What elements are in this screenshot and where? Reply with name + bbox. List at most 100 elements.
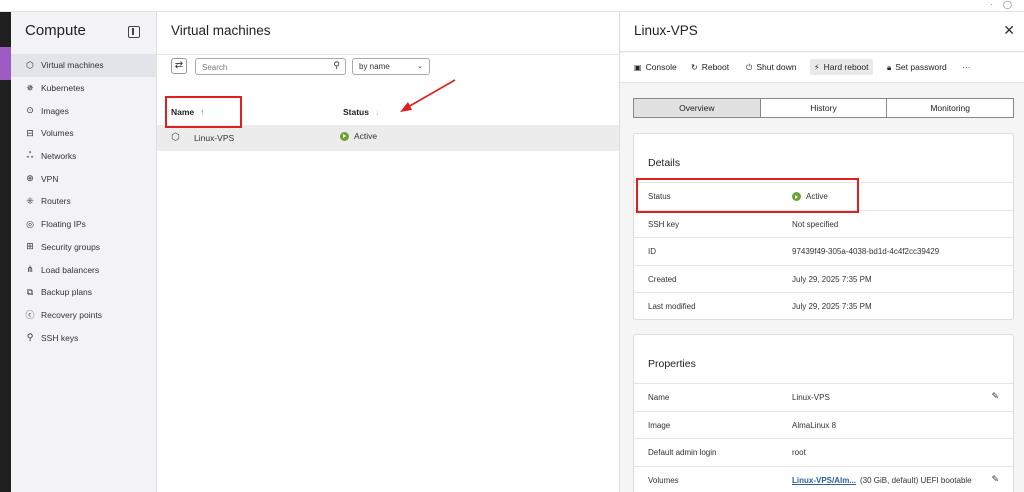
console-button[interactable]: ▣ Console <box>630 59 681 75</box>
property-key: Volumes <box>648 475 679 485</box>
volume-link[interactable]: Linux-VPS/Alm... <box>792 476 856 485</box>
button-label: Shut down <box>756 62 797 72</box>
sidebar-item-vpn[interactable]: ⊕ VPN <box>11 167 157 190</box>
annotation-arrow <box>400 79 456 112</box>
key-icon: ⚲ <box>26 332 34 343</box>
cube-icon: ⬡ <box>26 59 34 70</box>
property-key: Default admin login <box>648 448 717 458</box>
sidebar-item-label: Networks <box>41 151 77 162</box>
reboot-button[interactable]: ↻ Reboot <box>687 59 733 75</box>
sidebar-item-networks[interactable]: ஃ Networks <box>11 145 157 168</box>
detail-row-last-modified: Last modified July 29, 2025 7:35 PM <box>634 292 1013 320</box>
sidebar-item-floating-ips[interactable]: ◎ Floating IPs <box>11 213 157 236</box>
globe-icon: ◎ <box>26 218 34 229</box>
sidebar-item-routers[interactable]: ⁜ Routers <box>11 190 157 213</box>
details-card: Details Status Active SSH key Not specifie… <box>633 133 1014 320</box>
sliders-icon: ⇄ <box>174 60 184 71</box>
edit-icon[interactable]: ✎ <box>991 474 999 485</box>
shutdown-button[interactable]: ⏻ Shut down <box>742 59 801 75</box>
property-row-volumes: Volumes Linux-VPS/Alm... (30 GiB, default)… <box>634 465 1013 492</box>
cube-icon: ⬡ <box>171 132 180 143</box>
tab-history[interactable]: History <box>761 99 888 117</box>
property-row-name: Name Linux-VPS ✎ <box>634 383 1013 411</box>
sidebar-item-label: Virtual machines <box>41 60 104 71</box>
button-label: Reboot <box>701 62 730 72</box>
set-password-button[interactable]: 🔒︎ Set password <box>883 59 951 75</box>
properties-card: Properties Name Linux-VPS ✎ Image AlmaLinux… <box>633 334 1014 492</box>
app-rail <box>0 12 11 492</box>
sidebar-item-ssh-keys[interactable]: ⚲ SSH keys <box>11 326 157 349</box>
refresh-icon: ↻ <box>691 63 698 72</box>
collapse-sidebar-icon[interactable] <box>128 26 140 38</box>
sidebar-item-backup-plans[interactable]: ⧉ Backup plans <box>11 281 157 304</box>
sidebar-item-label: Kubernetes <box>41 83 85 94</box>
sidebar-item-recovery-points[interactable]: ⓒ Recovery points <box>11 304 157 327</box>
property-key: Name <box>648 393 670 402</box>
sidebar-title: Compute <box>25 22 86 39</box>
highlight-box-detail-status <box>636 178 859 213</box>
property-row-image: Image AlmaLinux 8 <box>634 410 1013 439</box>
tab-monitoring[interactable]: Monitoring <box>887 99 1013 117</box>
sidebar-item-virtual-machines[interactable]: ⬡ Virtual machines <box>11 54 157 77</box>
vm-name: Linux-VPS <box>194 133 235 143</box>
status-badge: Active <box>340 131 377 141</box>
hard-reboot-button[interactable]: ⚡ Hard reboot <box>810 59 873 75</box>
button-label: Hard reboot <box>823 62 869 72</box>
card-title: Details <box>648 157 681 169</box>
sidebar-item-security-groups[interactable]: ⊞ Security groups <box>11 236 157 259</box>
filter-button[interactable]: ⇄ <box>171 58 187 74</box>
sidebar-item-load-balancers[interactable]: ⋔ Load balancers <box>11 258 157 281</box>
tab-overview[interactable]: Overview <box>634 99 761 117</box>
detail-row-id: ID 97439f49-305a-4038-bd1d-4c4f2cc39429 <box>634 237 1013 265</box>
active-status-icon <box>340 131 349 141</box>
sidebar-item-label: Images <box>41 105 69 116</box>
power-icon: ⏻ <box>746 63 753 72</box>
property-key: Image <box>648 420 671 430</box>
button-label: Set password <box>895 62 947 72</box>
highlight-box-status <box>165 96 242 128</box>
router-icon: ⁜ <box>26 195 34 206</box>
top-bar: · ◯ <box>0 0 1024 12</box>
sidebar-item-label: Floating IPs <box>41 219 86 230</box>
backup-icon: ⧉ <box>26 286 34 297</box>
close-icon[interactable]: ✕ <box>1003 22 1015 39</box>
detail-key: Last modified <box>648 302 696 312</box>
detail-key: ID <box>648 247 656 257</box>
property-value: root <box>792 448 806 458</box>
sidebar-nav: ⬡ Virtual machines ✵ Kubernetes ⊙ Images ⊟ V… <box>11 54 157 349</box>
panel-title: Linux-VPS <box>634 23 698 38</box>
sidebar-item-volumes[interactable]: ⊟ Volumes <box>11 122 157 145</box>
balancer-icon: ⋔ <box>26 264 34 275</box>
sidebar-item-label: Security groups <box>41 241 101 252</box>
detail-value: 97439f49-305a-4038-bd1d-4c4f2cc39429 <box>792 247 940 257</box>
sidebar-item-kubernetes[interactable]: ✵ Kubernetes <box>11 77 157 100</box>
terminal-icon: ▣ <box>634 63 642 72</box>
action-toolbar: ▣ Console ↻ Reboot ⏻ Shut down ⚡ Hard reboot… <box>620 53 1024 83</box>
detail-row-ssh-key: SSH key Not specified <box>634 209 1013 238</box>
sidebar-item-label: Backup plans <box>41 287 93 298</box>
rail-active-indicator <box>0 47 11 80</box>
button-label: Console <box>645 62 677 72</box>
detail-key: Created <box>648 274 677 284</box>
detail-row-created: Created July 29, 2025 7:35 PM <box>634 264 1013 293</box>
sidebar-item-label: Recovery points <box>41 309 102 320</box>
sidebar: Compute ⬡ Virtual machines ✵ Kubernetes ⊙ I… <box>11 12 157 492</box>
panel-tabs: Overview History Monitoring <box>633 98 1014 118</box>
user-icon[interactable]: · ◯ <box>990 0 1016 9</box>
vm-detail-panel: Linux-VPS ✕ ▣ Console ↻ Reboot ⏻ Shut down … <box>619 12 1024 492</box>
more-actions-button[interactable]: ··· <box>958 59 975 75</box>
property-value: AlmaLinux 8 <box>792 420 837 430</box>
disc-icon: ⊙ <box>26 105 34 116</box>
detail-value: July 29, 2025 7:35 PM <box>792 274 872 284</box>
panel-header: Linux-VPS ✕ <box>620 12 1024 52</box>
bolt-icon: ⚡ <box>814 63 820 72</box>
divider <box>157 54 619 55</box>
drive-icon: ⊟ <box>26 127 34 138</box>
sidebar-item-images[interactable]: ⊙ Images <box>11 99 157 122</box>
page-title: Virtual machines <box>171 23 271 38</box>
edit-icon[interactable]: ✎ <box>991 391 999 402</box>
status-text: Active <box>354 131 378 141</box>
helm-icon: ✵ <box>26 82 34 93</box>
property-value: Linux-VPS <box>792 393 830 402</box>
card-title: Properties <box>648 358 696 370</box>
